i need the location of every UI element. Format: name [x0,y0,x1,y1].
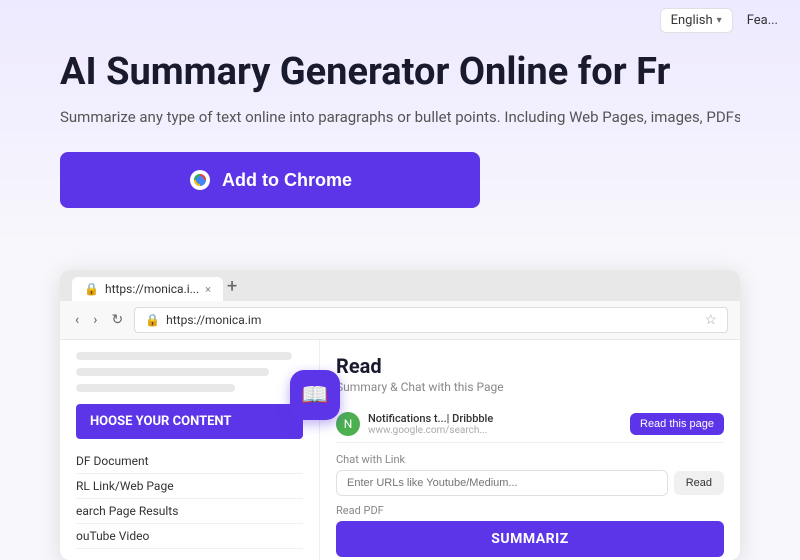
skeleton-line-1 [76,352,292,360]
tab-close-button[interactable]: × [205,283,211,296]
menu-item-url[interactable]: RL Link/Web Page [76,474,303,499]
back-button[interactable]: ‹ [72,312,82,328]
left-content-panel: HOOSE YOUR CONTENT DF Document RL Link/W… [60,340,320,560]
read-pdf-label: Read PDF [336,504,724,517]
monica-icon: 📖 [301,383,328,408]
notification-favicon: N [336,412,360,436]
choose-content-label: HOOSE YOUR CONTENT [90,414,231,429]
browser-tab-bar: 🔒 https://monica.i... × + [60,270,740,301]
add-to-chrome-label: Add to Chrome [222,170,352,191]
language-selector[interactable]: English ▾ [660,8,733,33]
menu-item-pdf[interactable]: DF Document [76,449,303,474]
language-label: English [671,13,713,28]
chevron-down-icon: ▾ [717,15,722,26]
read-url-button[interactable]: Read [674,471,724,495]
panel-title: Read [336,354,724,378]
hero-title: AI Summary Generator Online for Fr [60,50,740,96]
top-navigation: English ▾ Fea... [600,0,800,40]
choose-content-banner: HOOSE YOUR CONTENT [76,404,303,439]
skeleton-line-2 [76,368,269,376]
read-item-text: Notifications t...| Dribbble www.google.… [368,412,622,436]
chat-with-link-label: Chat with Link [336,453,724,466]
hero-subtitle: Summarize any type of text online into p… [60,106,740,129]
new-tab-button[interactable]: + [227,276,237,301]
skeleton-line-3 [76,384,235,392]
browser-tab[interactable]: 🔒 https://monica.i... × [72,277,223,301]
address-bar[interactable]: 🔒 https://monica.im ☆ [134,307,728,333]
content-menu: DF Document RL Link/Web Page earch Page … [76,449,303,549]
browser-content: HOOSE YOUR CONTENT DF Document RL Link/W… [60,340,740,560]
panel-subtitle: Summary & Chat with this Page [336,380,724,394]
summarize-bar[interactable]: SUMMARIZ [336,521,724,557]
bookmark-icon[interactable]: ☆ [704,312,717,328]
monica-floating-button[interactable]: 📖 [290,370,340,420]
right-content-panel: Read Summary & Chat with this Page N Not… [320,340,740,560]
read-section: N Notifications t...| Dribbble www.googl… [336,406,724,443]
hero-section: AI Summary Generator Online for Fr Summa… [0,50,800,208]
features-link[interactable]: Fea... [741,9,784,32]
reload-button[interactable]: ↻ [108,312,126,328]
read-item-url: www.google.com/search... [368,425,622,436]
read-item-title: Notifications t...| Dribbble [368,412,622,425]
menu-item-search[interactable]: earch Page Results [76,499,303,524]
tab-favicon: 🔒 [84,282,99,296]
lock-icon: 🔒 [145,313,160,327]
url-input[interactable] [336,470,668,496]
read-this-page-button[interactable]: Read this page [630,413,724,435]
read-item-notification: N Notifications t...| Dribbble www.googl… [336,406,724,443]
browser-mockup: 🔒 https://monica.i... × + ‹ › ↻ 🔒 https:… [60,270,740,560]
content-skeleton [76,352,303,392]
chrome-icon [188,168,212,192]
menu-item-youtube[interactable]: ouTube Video [76,524,303,549]
url-text: https://monica.im [166,313,261,327]
url-input-row: Read [336,470,724,496]
tab-url-label: https://monica.i... [105,282,199,296]
forward-button[interactable]: › [90,312,100,328]
add-to-chrome-button[interactable]: Add to Chrome [60,152,480,208]
browser-toolbar: ‹ › ↻ 🔒 https://monica.im ☆ [60,301,740,340]
